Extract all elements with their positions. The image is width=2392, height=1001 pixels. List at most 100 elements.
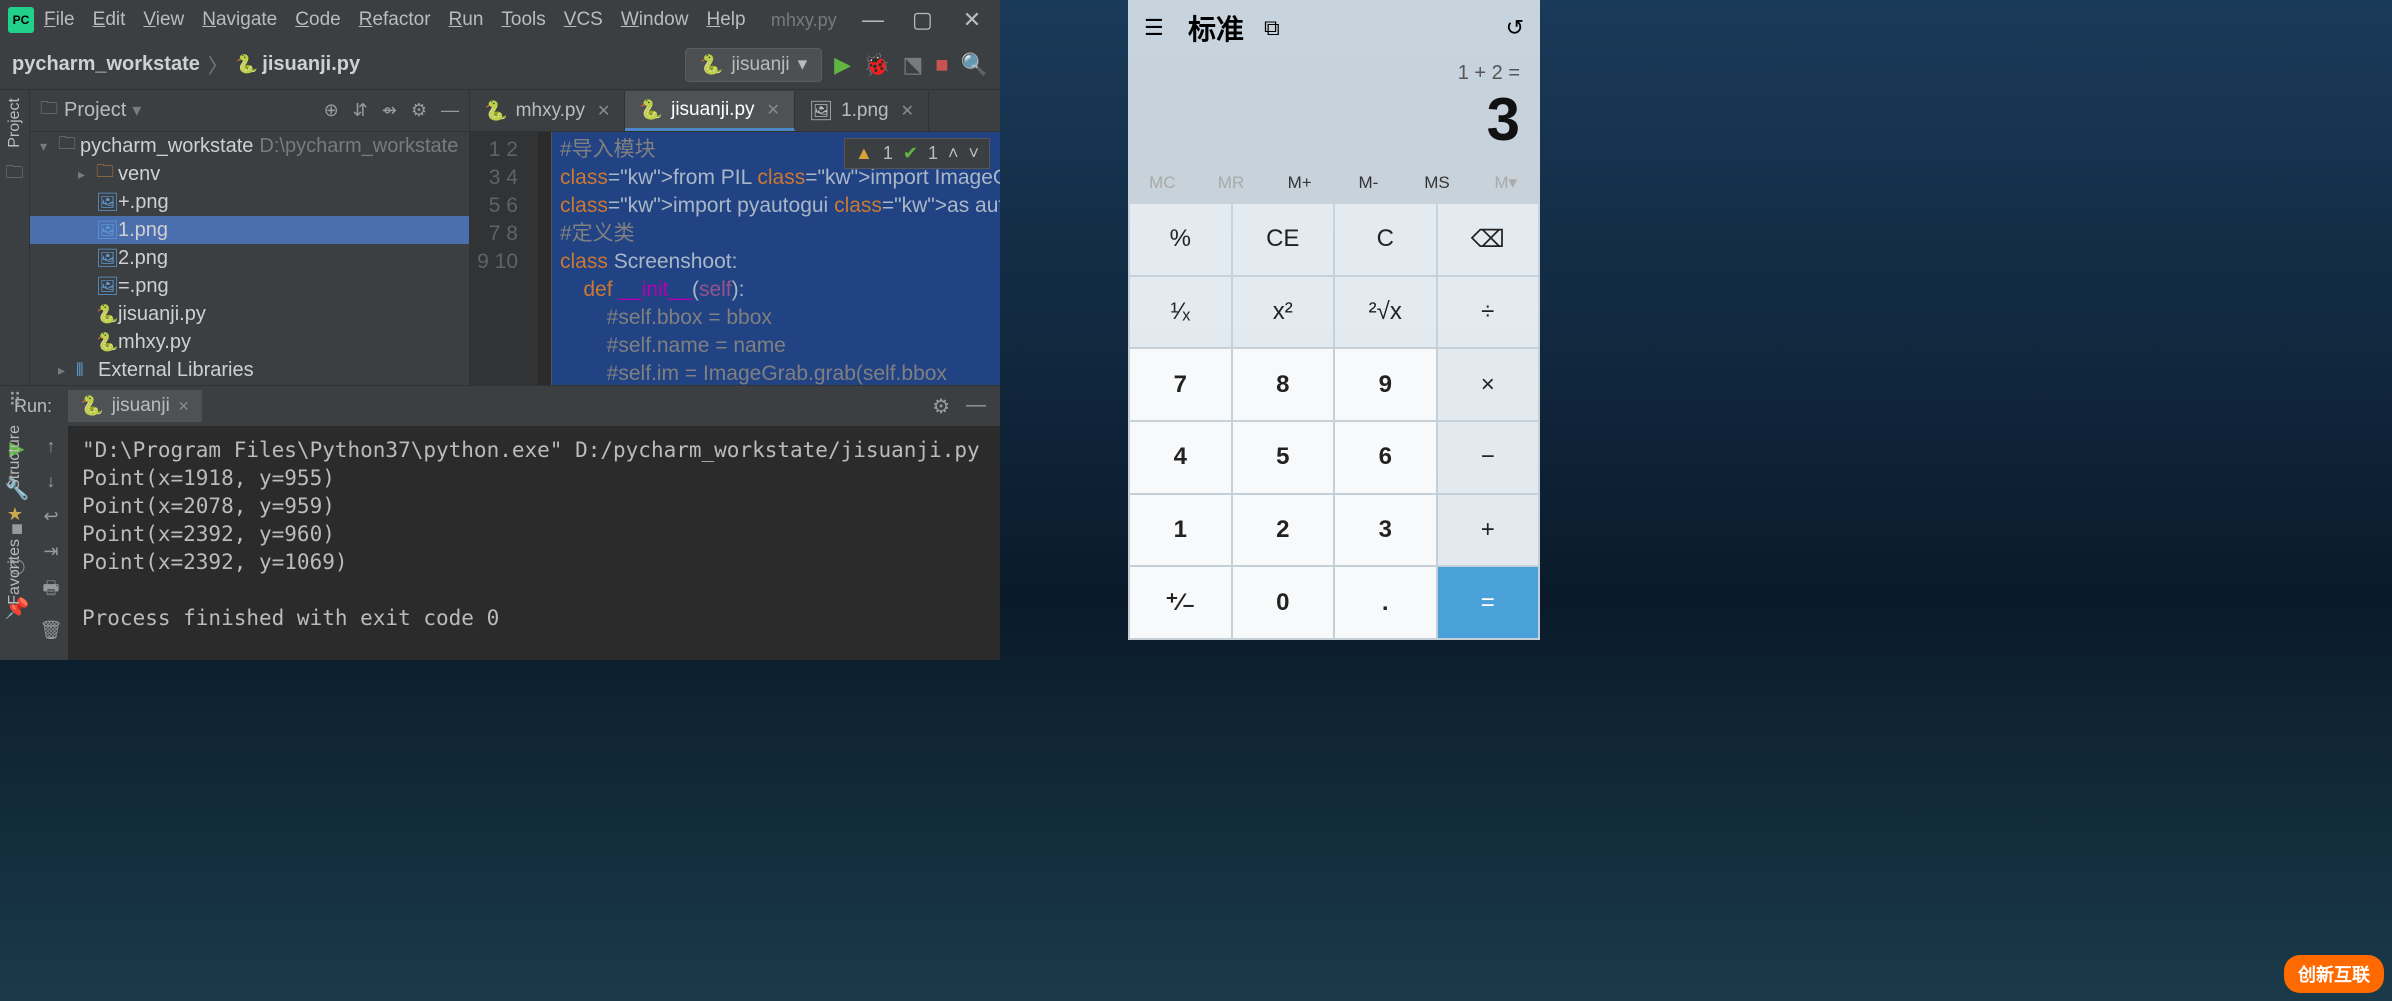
chevron-right-icon: 〉 xyxy=(208,50,228,79)
close-tab-icon[interactable]: ✕ xyxy=(767,100,780,120)
soft-wrap-icon[interactable]: ↩ xyxy=(43,506,58,527)
calc-key-4[interactable]: 4 xyxy=(1130,422,1231,493)
locate-icon[interactable]: ⊕ xyxy=(324,100,339,121)
calc-key-7[interactable]: 7 xyxy=(1130,349,1231,420)
settings-icon[interactable]: ⚙ xyxy=(411,100,427,121)
editor-tab-1-png[interactable]: 🖼1.png✕ xyxy=(795,91,929,131)
close-tab-icon[interactable]: ✕ xyxy=(597,101,610,121)
fold-column[interactable] xyxy=(538,132,552,385)
menu-edit[interactable]: Edit xyxy=(93,9,126,31)
tree-root[interactable]: ▾🗀pycharm_workstateD:\pycharm_workstate xyxy=(30,132,469,160)
search-everywhere-button[interactable]: 🔍 xyxy=(961,52,988,78)
editor-tab-mhxy-py[interactable]: 🐍mhxy.py✕ xyxy=(470,91,625,131)
calc-key-⁺⁄₋[interactable]: ⁺⁄₋ xyxy=(1130,567,1231,638)
collapse-all-icon[interactable]: ⇴ xyxy=(382,100,397,121)
calc-key-.[interactable]: . xyxy=(1335,567,1436,638)
calc-key-C[interactable]: C xyxy=(1335,204,1436,275)
menu-file[interactable]: File xyxy=(44,9,75,31)
menu-refactor[interactable]: Refactor xyxy=(359,9,431,31)
menu-tools[interactable]: Tools xyxy=(501,9,545,31)
calc-mem-m+[interactable]: M+ xyxy=(1265,164,1334,202)
debug-button[interactable]: 🐞 xyxy=(863,52,890,78)
breadcrumb-file[interactable]: jisuanji.py xyxy=(262,53,360,76)
calc-key-×[interactable]: × xyxy=(1438,349,1539,420)
stop-button[interactable]: ■ xyxy=(935,52,948,78)
calc-key-0[interactable]: 0 xyxy=(1233,567,1334,638)
calc-key-+[interactable]: + xyxy=(1438,495,1539,566)
prev-highlight-icon[interactable]: ˄ xyxy=(948,143,959,164)
tree-extra-0[interactable]: ▸⫴External Libraries xyxy=(30,356,469,384)
menu-view[interactable]: View xyxy=(143,9,184,31)
chevron-down-icon[interactable]: ▾ xyxy=(132,100,141,121)
tree-item-1-png[interactable]: 🖼1.png xyxy=(30,216,469,244)
expand-all-icon[interactable]: ⇵ xyxy=(353,100,368,121)
menu-vcs[interactable]: VCS xyxy=(564,9,603,31)
maximize-button[interactable]: ▢ xyxy=(912,7,932,33)
minimize-button[interactable]: — xyxy=(862,7,882,33)
code-area[interactable]: #导入模块 class="kw">from PIL class="kw">imp… xyxy=(552,132,1000,385)
menu-code[interactable]: Code xyxy=(295,9,340,31)
tree-item-venv[interactable]: ▸🗀venv xyxy=(30,160,469,188)
run-tab[interactable]: 🐍 jisuanji ✕ xyxy=(68,390,202,422)
keep-on-top-icon[interactable]: ⧉ xyxy=(1264,15,1280,41)
folder-icon[interactable]: 🗀 xyxy=(6,160,24,190)
project-tool-tab[interactable]: Project xyxy=(6,98,24,148)
run-output[interactable]: "D:\Program Files\Python37\python.exe" D… xyxy=(68,426,1000,660)
menu-help[interactable]: Help xyxy=(706,9,745,31)
tree-item-mhxy-py[interactable]: 🐍mhxy.py xyxy=(30,328,469,356)
project-pane-title[interactable]: Project xyxy=(64,99,126,122)
close-button[interactable]: ✕ xyxy=(962,7,982,33)
hamburger-icon[interactable]: ☰ xyxy=(1144,15,1168,41)
calc-mem-m-[interactable]: M- xyxy=(1334,164,1403,202)
coverage-button[interactable]: ⬔ xyxy=(903,52,924,78)
tree-item-+-png[interactable]: 🖼+.png xyxy=(30,188,469,216)
warning-icon: ▲ xyxy=(855,143,873,164)
calc-key-2[interactable]: 2 xyxy=(1233,495,1334,566)
settings-icon[interactable]: ⚙ xyxy=(932,394,950,419)
calc-key-÷[interactable]: ÷ xyxy=(1438,277,1539,348)
calc-mem-mc[interactable]: MC xyxy=(1128,164,1197,202)
up-icon[interactable]: ↑ xyxy=(47,436,56,457)
close-tab-icon[interactable]: ✕ xyxy=(901,101,914,121)
run-config-dropdown[interactable]: 🐍 jisuanji ▾ xyxy=(685,48,822,82)
run-button[interactable]: ▶ xyxy=(834,52,851,78)
down-icon[interactable]: ↓ xyxy=(47,471,56,492)
calc-key-9[interactable]: 9 xyxy=(1335,349,1436,420)
breadcrumb-project[interactable]: pycharm_workstate xyxy=(12,53,200,76)
close-tab-icon[interactable]: ✕ xyxy=(178,398,190,415)
calc-key-8[interactable]: 8 xyxy=(1233,349,1334,420)
tree-item-=-png[interactable]: 🖼=.png xyxy=(30,272,469,300)
calc-mem-mmenu[interactable]: M▾ xyxy=(1471,164,1540,202)
calc-key-5[interactable]: 5 xyxy=(1233,422,1334,493)
calc-key-¹⁄ₓ[interactable]: ¹⁄ₓ xyxy=(1130,277,1231,348)
calc-key-%[interactable]: % xyxy=(1130,204,1231,275)
scroll-icon[interactable]: ⇥ xyxy=(43,541,58,562)
editor-tab-jisuanji-py[interactable]: 🐍jisuanji.py✕ xyxy=(625,91,795,131)
next-highlight-icon[interactable]: ˅ xyxy=(968,143,979,164)
structure-tool-tab[interactable]: Structure xyxy=(6,425,24,490)
calc-mem-mr[interactable]: MR xyxy=(1197,164,1266,202)
code-editor[interactable]: 1 2 3 4 5 6 7 8 9 10 #导入模块 class="kw">fr… xyxy=(470,132,1000,385)
calc-key-⌫[interactable]: ⌫ xyxy=(1438,204,1539,275)
calc-key-x²[interactable]: x² xyxy=(1233,277,1334,348)
favorites-tool-tab[interactable]: Favorites xyxy=(6,539,24,605)
calc-key-CE[interactable]: CE xyxy=(1233,204,1334,275)
calc-key-6[interactable]: 6 xyxy=(1335,422,1436,493)
print-icon[interactable]: 🖶 xyxy=(43,576,60,606)
history-icon[interactable]: ↺ xyxy=(1506,15,1524,41)
calc-key-1[interactable]: 1 xyxy=(1130,495,1231,566)
menu-window[interactable]: Window xyxy=(621,9,689,31)
calc-mem-ms[interactable]: MS xyxy=(1403,164,1472,202)
hide-icon[interactable]: — xyxy=(966,394,986,419)
tree-item-2-png[interactable]: 🖼2.png xyxy=(30,244,469,272)
hide-icon[interactable]: — xyxy=(441,100,459,121)
tree-item-jisuanji-py[interactable]: 🐍jisuanji.py xyxy=(30,300,469,328)
calc-key-=[interactable]: = xyxy=(1438,567,1539,638)
clear-icon[interactable]: 🗑 xyxy=(40,620,63,641)
calc-key-3[interactable]: 3 xyxy=(1335,495,1436,566)
calc-key-²√x[interactable]: ²√x xyxy=(1335,277,1436,348)
inspection-indicator[interactable]: ▲1 ✔1 ˄ ˅ xyxy=(844,138,990,169)
menu-run[interactable]: Run xyxy=(449,9,484,31)
menu-navigate[interactable]: Navigate xyxy=(202,9,277,31)
calc-key-−[interactable]: − xyxy=(1438,422,1539,493)
